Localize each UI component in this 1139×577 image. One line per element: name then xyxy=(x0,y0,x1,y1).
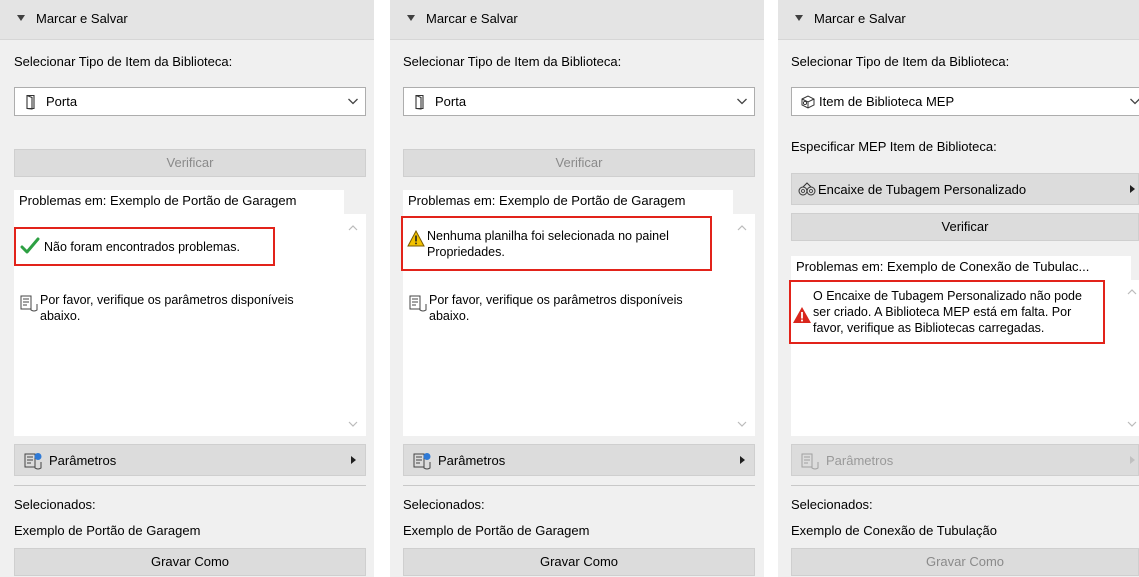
save-as-button[interactable]: Gravar Como xyxy=(14,548,366,576)
info-text: Por favor, verifique os parâmetros dispo… xyxy=(429,293,683,323)
status-message-box: Não foram encontrados problemas. xyxy=(14,227,275,266)
select-type-label: Selecionar Tipo de Item da Biblioteca: xyxy=(403,54,622,69)
parameters-label: Parâmetros xyxy=(438,453,506,468)
chevron-down-icon xyxy=(348,98,358,105)
parameters-list-icon xyxy=(20,295,38,312)
expand-arrow-icon xyxy=(351,456,356,464)
expand-arrow-icon xyxy=(1130,185,1135,193)
collapse-triangle-icon xyxy=(795,15,803,21)
mep-library-icon xyxy=(801,95,815,109)
parameters-label: Parâmetros xyxy=(826,453,894,468)
problems-area: Não foram encontrados problemas. Por fav… xyxy=(14,214,366,436)
door-icon xyxy=(415,94,424,110)
parameters-label: Parâmetros xyxy=(49,453,117,468)
selected-label: Selecionados: xyxy=(14,497,96,512)
verify-button[interactable]: Verificar xyxy=(791,213,1139,241)
library-type-dropdown[interactable]: Item de Biblioteca MEP xyxy=(791,87,1139,116)
checkmark-icon xyxy=(20,237,40,254)
status-message-box: O Encaixe de Tubagem Personalizado não p… xyxy=(789,280,1105,344)
status-message: O Encaixe de Tubagem Personalizado não p… xyxy=(813,289,1082,335)
collapse-triangle-icon xyxy=(17,15,25,21)
pipe-fitting-icon xyxy=(798,182,816,196)
dropdown-value: Porta xyxy=(435,94,467,109)
scroll-up-icon[interactable] xyxy=(1127,288,1137,296)
problems-title: Problemas em: Exemplo de Portão de Garag… xyxy=(403,190,733,214)
parameters-section[interactable]: Parâmetros xyxy=(791,444,1139,476)
divider xyxy=(14,485,366,486)
mep-item-selector[interactable]: Encaixe de Tubagem Personalizado xyxy=(791,173,1139,205)
scroll-down-icon[interactable] xyxy=(1127,420,1137,428)
verify-button[interactable]: Verificar xyxy=(403,149,755,177)
parameters-icon xyxy=(801,453,819,470)
chevron-down-icon xyxy=(1130,98,1139,105)
library-type-dropdown[interactable]: Porta xyxy=(403,87,755,116)
mark-and-save-panel-2: Marcar e Salvar Selecionar Tipo de Item … xyxy=(390,0,764,577)
mark-and-save-panel-3: Marcar e Salvar Selecionar Tipo de Item … xyxy=(778,0,1139,577)
scroll-up-icon[interactable] xyxy=(737,224,747,232)
problems-area: Nenhuma planilha foi selecionada no pain… xyxy=(401,214,755,436)
parameters-icon xyxy=(24,453,42,470)
info-text: Por favor, verifique os parâmetros dispo… xyxy=(40,293,294,323)
error-icon xyxy=(793,307,811,323)
door-icon xyxy=(26,94,35,110)
selected-value: Exemplo de Conexão de Tubulação xyxy=(791,523,997,538)
parameters-list-icon xyxy=(409,295,427,312)
divider xyxy=(791,485,1139,486)
dropdown-value: Porta xyxy=(46,94,78,109)
section-header[interactable]: Marcar e Salvar xyxy=(0,0,374,40)
selected-label: Selecionados: xyxy=(403,497,485,512)
section-header[interactable]: Marcar e Salvar xyxy=(778,0,1139,40)
selected-value: Exemplo de Portão de Garagem xyxy=(14,523,201,538)
save-as-button[interactable]: Gravar Como xyxy=(791,548,1139,576)
dropdown-value: Item de Biblioteca MEP xyxy=(819,94,955,109)
parameters-icon xyxy=(413,453,431,470)
warning-icon xyxy=(407,230,425,247)
expand-arrow-icon xyxy=(740,456,745,464)
section-title: Marcar e Salvar xyxy=(814,11,906,26)
problems-area: O Encaixe de Tubagem Personalizado não p… xyxy=(789,280,1139,436)
scroll-down-icon[interactable] xyxy=(348,420,358,428)
specify-mep-label: Especificar MEP Item de Biblioteca: xyxy=(791,139,997,154)
expand-arrow-icon xyxy=(1130,456,1135,464)
parameters-section[interactable]: Parâmetros xyxy=(403,444,755,476)
divider xyxy=(403,485,755,486)
status-message: Não foram encontrados problemas. xyxy=(44,240,240,254)
parameters-section[interactable]: Parâmetros xyxy=(14,444,366,476)
selected-label: Selecionados: xyxy=(791,497,873,512)
collapse-triangle-icon xyxy=(407,15,415,21)
library-type-dropdown[interactable]: Porta xyxy=(14,87,366,116)
mep-item-label: Encaixe de Tubagem Personalizado xyxy=(818,182,1027,197)
section-title: Marcar e Salvar xyxy=(426,11,518,26)
section-header[interactable]: Marcar e Salvar xyxy=(390,0,764,40)
status-message-box: Nenhuma planilha foi selecionada no pain… xyxy=(401,216,712,271)
save-as-button[interactable]: Gravar Como xyxy=(403,548,755,576)
section-title: Marcar e Salvar xyxy=(36,11,128,26)
chevron-down-icon xyxy=(737,98,747,105)
select-type-label: Selecionar Tipo de Item da Biblioteca: xyxy=(14,54,233,69)
mark-and-save-panel-1: Marcar e Salvar Selecionar Tipo de Item … xyxy=(0,0,374,577)
scroll-down-icon[interactable] xyxy=(737,420,747,428)
problems-title: Problemas em: Exemplo de Portão de Garag… xyxy=(14,190,344,214)
select-type-label: Selecionar Tipo de Item da Biblioteca: xyxy=(791,54,1010,69)
status-message: Nenhuma planilha foi selecionada no pain… xyxy=(427,229,669,259)
problems-title: Problemas em: Exemplo de Conexão de Tubu… xyxy=(791,256,1131,280)
verify-button[interactable]: Verificar xyxy=(14,149,366,177)
scroll-up-icon[interactable] xyxy=(348,224,358,232)
selected-value: Exemplo de Portão de Garagem xyxy=(403,523,590,538)
